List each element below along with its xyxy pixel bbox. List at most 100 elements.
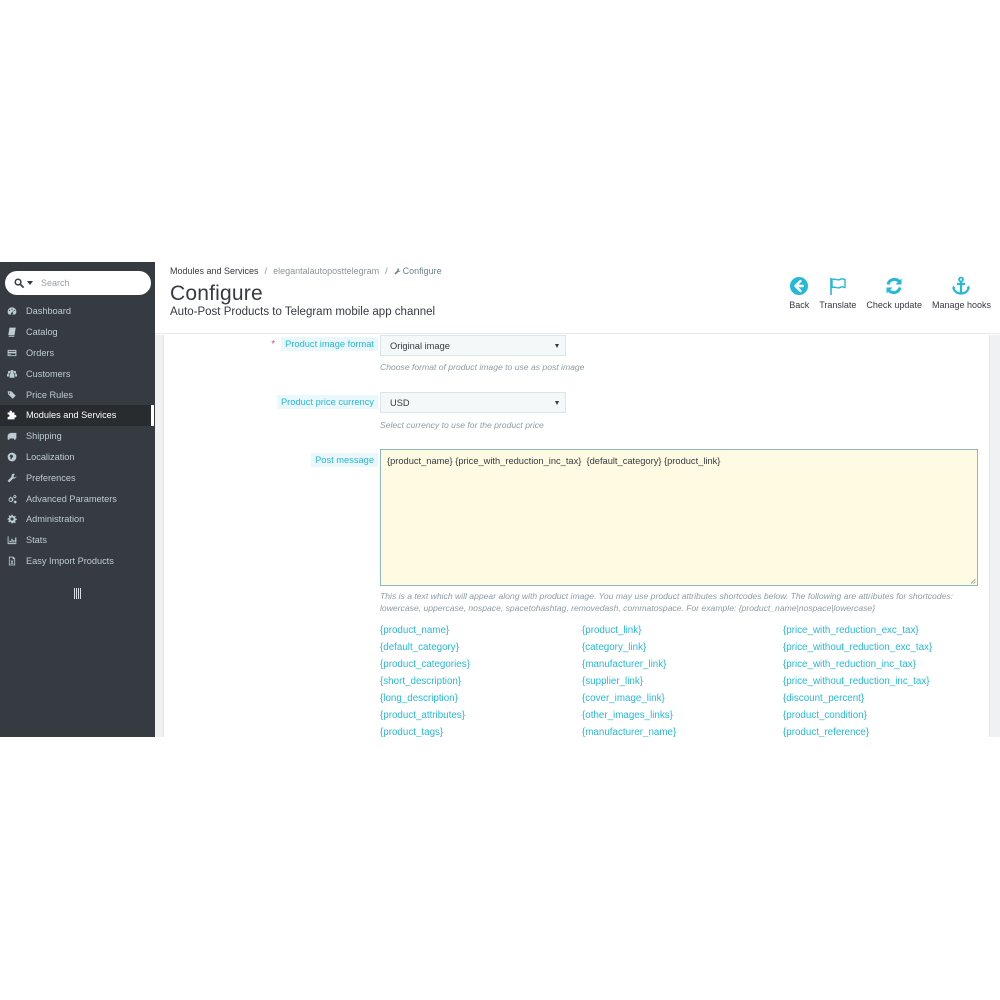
sidebar-item-price-rules[interactable]: Price Rules [0,384,155,405]
shortcode-link[interactable]: {product_condition} [783,707,983,724]
collapse-bars-icon[interactable] [74,588,82,599]
chevron-down-icon [27,281,33,285]
shortcode-link[interactable]: {product_tags} [380,724,582,737]
users-icon [7,369,17,378]
sidebar-item-customers[interactable]: Customers [0,363,155,384]
shortcode-link[interactable]: {discount_percent} [783,690,983,707]
excel-file-icon [8,556,16,566]
check-update-button[interactable]: Check update [861,276,927,310]
translate-button[interactable]: Translate [814,276,861,310]
required-marker: * [271,338,276,350]
shortcode-link[interactable]: {other_images_links} [582,707,783,724]
truck-icon [7,433,17,440]
search-type-toggle[interactable] [5,271,41,295]
currency-select[interactable]: USD [380,392,566,413]
scrollbar-track[interactable] [992,335,1000,737]
configuration-panel: * Product image format Original image Ch… [163,335,990,737]
post-message-label: Post message [311,453,378,467]
sidebar-item-label: Advanced Parameters [26,493,117,504]
page-header: Modules and Services / elegantalautopost… [155,262,1000,334]
sidebar-item-label: Customers [26,368,71,379]
shortcode-link[interactable]: {price_with_reduction_exc_tax} [783,622,983,639]
translate-label: Translate [819,300,857,310]
shortcode-link[interactable]: {long_description} [380,690,582,707]
breadcrumb-item-module[interactable]: elegantalautoposttelegram [273,266,379,276]
shortcode-link[interactable]: {supplier_link} [582,673,783,690]
sidebar-item-label: Stats [26,535,47,546]
shortcode-link[interactable]: {category_link} [582,639,783,656]
sidebar-item-label: Administration [26,514,85,525]
sidebar-item-administration[interactable]: Administration [0,509,155,530]
image-format-select[interactable]: Original image [380,335,566,356]
shortcode-link[interactable]: {price_with_reduction_inc_tax} [783,656,983,673]
post-message-label-group: Post message [311,453,378,467]
sidebar-item-label: Price Rules [26,389,73,400]
dashboard-icon [7,307,17,315]
sidebar: Dashboard Catalog Orders Customers Price… [0,262,155,737]
search-input[interactable] [41,278,141,288]
main-content: * Product image format Original image Ch… [155,335,1000,737]
sidebar-item-advanced-parameters[interactable]: Advanced Parameters [0,488,155,509]
sidebar-item-stats[interactable]: Stats [0,530,155,551]
shortcode-link[interactable]: {product_name} [380,622,582,639]
shortcode-link[interactable]: {product_categories} [380,656,582,673]
sidebar-item-shipping[interactable]: Shipping [0,426,155,447]
breadcrumb-item-current: Configure [394,266,442,276]
breadcrumb-current-label: Configure [402,266,442,276]
arrow-left-circle-icon [790,277,809,295]
wrench-icon [7,473,17,483]
sidebar-item-easy-import-products[interactable]: Easy Import Products [0,551,155,572]
shortcode-link[interactable]: {cover_image_link} [582,690,783,707]
search-icon [14,278,24,288]
anchor-icon [952,276,971,295]
tags-icon [7,390,16,399]
sidebar-item-localization[interactable]: Localization [0,447,155,468]
sidebar-item-modules-and-services[interactable]: Modules and Services [0,404,154,426]
search-box [5,271,151,295]
shortcode-link[interactable]: {product_attributes} [380,707,582,724]
sidebar-item-label: Preferences [26,472,76,483]
globe-icon [7,452,17,462]
shortcode-link[interactable]: {manufacturer_name} [582,724,783,737]
wrench-icon [394,267,401,275]
main-menu: Dashboard Catalog Orders Customers Price… [0,301,155,571]
currency-value: USD [390,397,410,408]
sidebar-item-label: Localization [26,451,75,462]
breadcrumb: Modules and Services / elegantalautopost… [170,266,442,276]
currency-help: Select currency to use for the product p… [380,420,544,430]
toolbar: Back Translate Check update Manage hooks [784,276,996,310]
flag-icon [830,278,846,295]
check-update-label: Check update [866,300,922,310]
sidebar-item-dashboard[interactable]: Dashboard [0,301,155,322]
breadcrumb-separator: / [264,266,268,276]
sidebar-item-orders[interactable]: Orders [0,343,155,364]
shortcode-link[interactable]: {default_category} [380,639,582,656]
image-format-value: Original image [390,340,450,351]
manage-hooks-button[interactable]: Manage hooks [927,276,996,310]
shortcode-link[interactable]: {manufacturer_link} [582,656,783,673]
sidebar-item-preferences[interactable]: Preferences [0,467,155,488]
resize-grip-icon[interactable] [970,578,976,584]
image-format-label: Product image format [281,337,378,351]
shortcode-link[interactable]: {product_link} [582,622,783,639]
post-message-textarea[interactable] [380,449,978,586]
post-message-help: This is a text which will appear along w… [380,591,954,613]
breadcrumb-item-modules[interactable]: Modules and Services [170,266,259,276]
back-label: Back [789,300,810,310]
shortcode-link[interactable]: {price_without_reduction_inc_tax} [783,673,983,690]
sidebar-item-label: Dashboard [26,306,71,317]
back-button[interactable]: Back [784,276,814,310]
image-format-help: Choose format of product image to use as… [380,362,585,372]
app-window: Dashboard Catalog Orders Customers Price… [0,262,1000,737]
sidebar-item-label: Catalog [26,327,58,338]
page-title: Configure [170,282,263,305]
shortcode-link[interactable]: {short_description} [380,673,582,690]
shortcode-link[interactable]: {price_without_reduction_exc_tax} [783,639,983,656]
chevron-down-icon [555,344,559,348]
sidebar-item-label: Easy Import Products [26,555,114,566]
manage-hooks-label: Manage hooks [931,300,991,310]
shortcode-link[interactable]: {product_reference} [783,724,983,737]
book-icon [8,327,16,337]
currency-label: Product price currency [276,395,378,409]
sidebar-item-catalog[interactable]: Catalog [0,322,155,343]
